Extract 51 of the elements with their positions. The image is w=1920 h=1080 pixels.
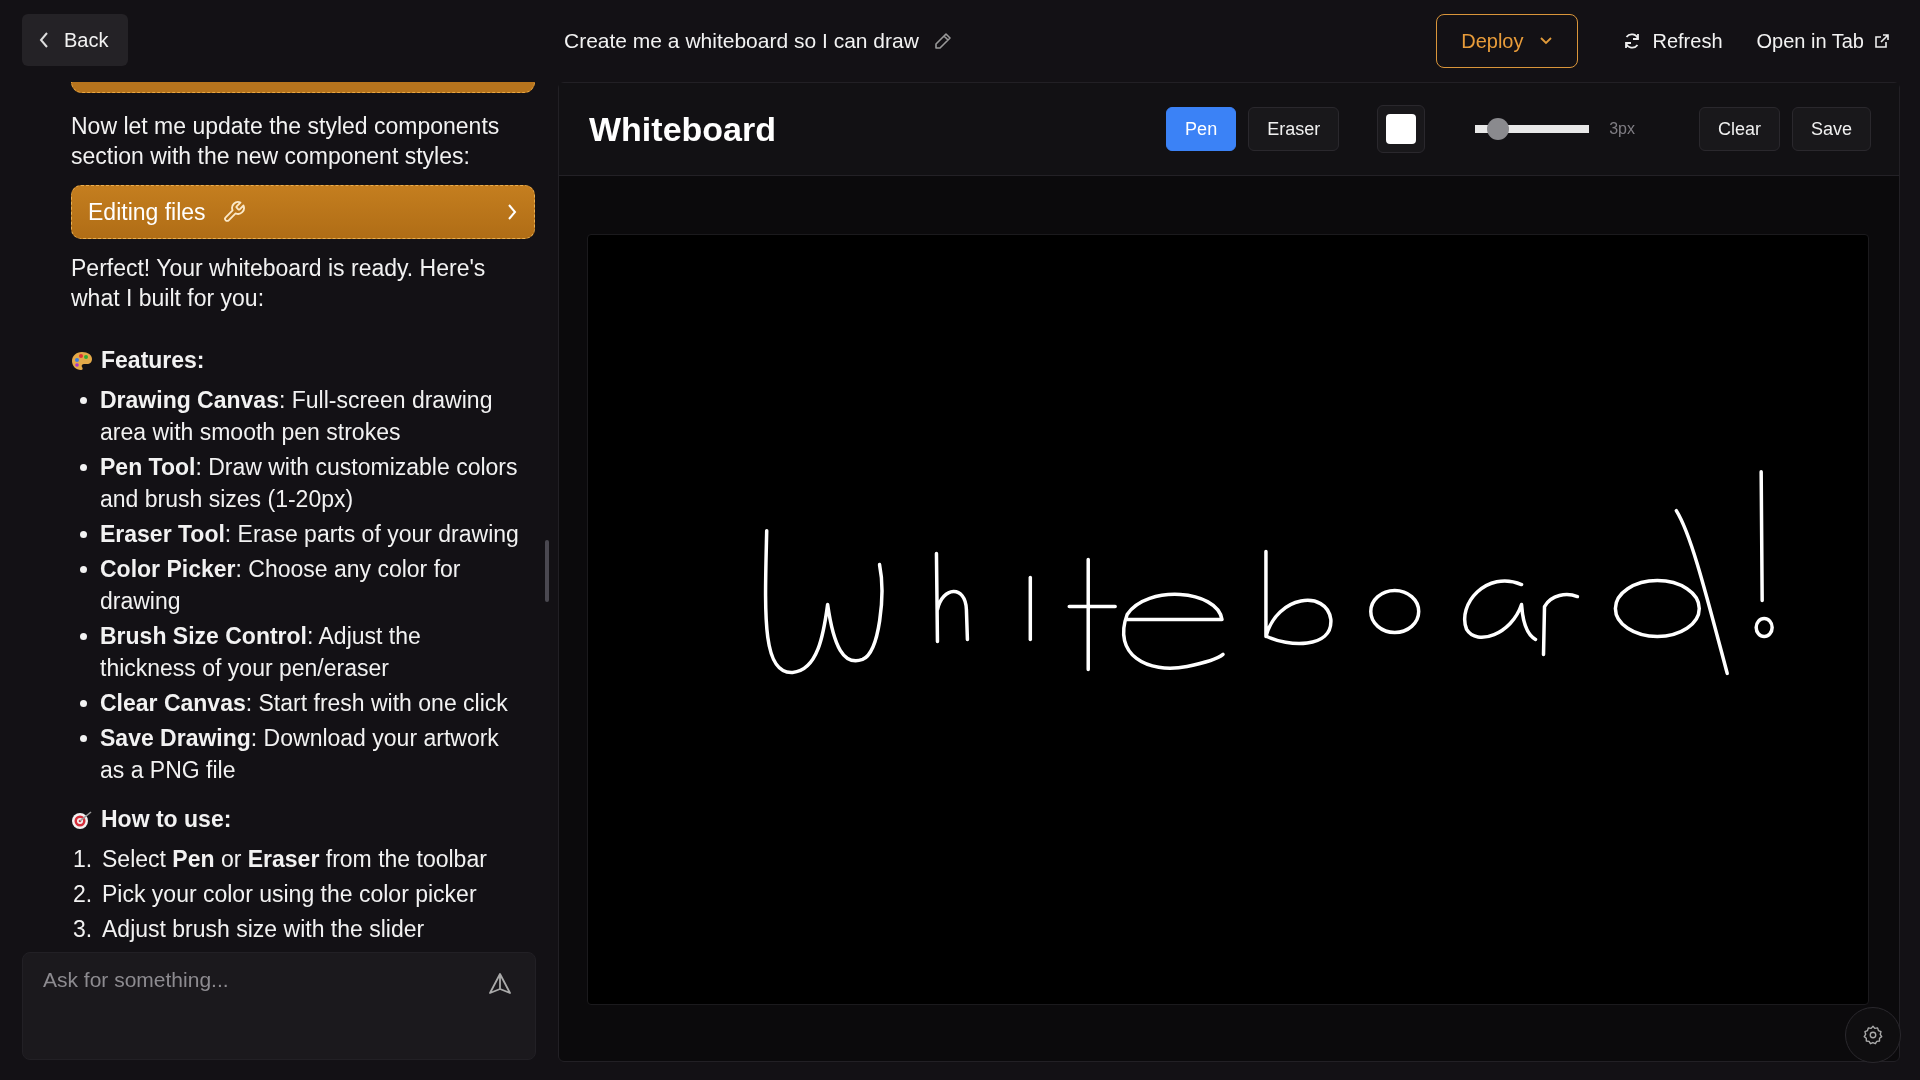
- settings-button[interactable]: [1845, 1007, 1901, 1063]
- chevron-down-icon: [1539, 36, 1554, 46]
- settings-icon: [1862, 1024, 1884, 1046]
- bullet-dot: [80, 735, 87, 742]
- refresh-button[interactable]: Refresh: [1612, 29, 1733, 53]
- tool-card[interactable]: Editing files: [71, 185, 535, 239]
- bullet-dot: [80, 464, 87, 471]
- list-number: 2.: [73, 880, 94, 909]
- color-picker[interactable]: [1377, 105, 1426, 153]
- bullet-dot: [80, 633, 87, 640]
- tool-button[interactable]: Eraser: [1248, 107, 1340, 151]
- prompt-field[interactable]: Ask for something...: [22, 952, 536, 1060]
- bullet-dot: [80, 700, 87, 707]
- deploy-button[interactable]: Deploy: [1436, 14, 1579, 68]
- wrench-icon: [221, 200, 246, 224]
- back-button[interactable]: Back: [22, 14, 129, 66]
- scrollbar-thumb[interactable]: [545, 540, 549, 602]
- bullet-dot: [80, 531, 87, 538]
- tool-button[interactable]: Pen: [1166, 107, 1237, 151]
- section-heading: Features:: [101, 347, 205, 374]
- chevron-left-icon: [38, 31, 50, 49]
- list-item-text: Pick your color using the color picker: [102, 880, 478, 909]
- action-button[interactable]: Clear: [1698, 107, 1780, 151]
- list-item-text: Select Pen or Eraser from the toolbar: [102, 845, 488, 874]
- slider-thumb[interactable]: [1486, 118, 1509, 140]
- section-heading: How to use:: [101, 806, 232, 833]
- list-item-text: Pen Tool: Draw with customizable colors and brush sizes (1-20px): [100, 453, 519, 514]
- palette-icon: [71, 350, 93, 371]
- brush-size-value: 3px: [1609, 120, 1635, 138]
- project-title: Create me a whiteboard so I can draw: [564, 29, 919, 53]
- bullet-dot: [80, 397, 87, 404]
- bullet-dot: [80, 566, 87, 573]
- list-item-text: Color Picker: Choose any color for drawing: [100, 555, 462, 616]
- action-button[interactable]: Save: [1791, 107, 1871, 151]
- list-number: 1.: [73, 845, 94, 874]
- message-text: Perfect! Your whiteboard is ready. Here's what I built for you:: [71, 254, 487, 313]
- list-number: 3.: [73, 915, 94, 944]
- list-item-text: Clear Canvas: Start fresh with one click: [100, 689, 509, 718]
- chevron-right-icon: [506, 203, 518, 221]
- send-icon[interactable]: [488, 972, 512, 996]
- message-text: Now let me update the styled components section with the new component styles:: [71, 112, 501, 171]
- open-in-tab-button[interactable]: Open in Tab: [1746, 29, 1900, 53]
- app-title: Whiteboard: [589, 109, 776, 149]
- external-link-icon: [1874, 33, 1890, 49]
- list-item-text: Eraser Tool: Erase parts of your drawing: [100, 520, 520, 549]
- target-icon: [71, 809, 93, 830]
- list-item-text: Drawing Canvas: Full-screen drawing area with smooth pen strokes: [100, 386, 494, 447]
- pencil-icon[interactable]: [932, 31, 953, 51]
- list-item-text: Brush Size Control: Adjust the thickness of your pen/eraser: [100, 622, 422, 683]
- list-item-text: Adjust brush size with the slider: [102, 915, 426, 944]
- list-item-text: Save Drawing: Download your artwork as a PNG file: [100, 724, 500, 785]
